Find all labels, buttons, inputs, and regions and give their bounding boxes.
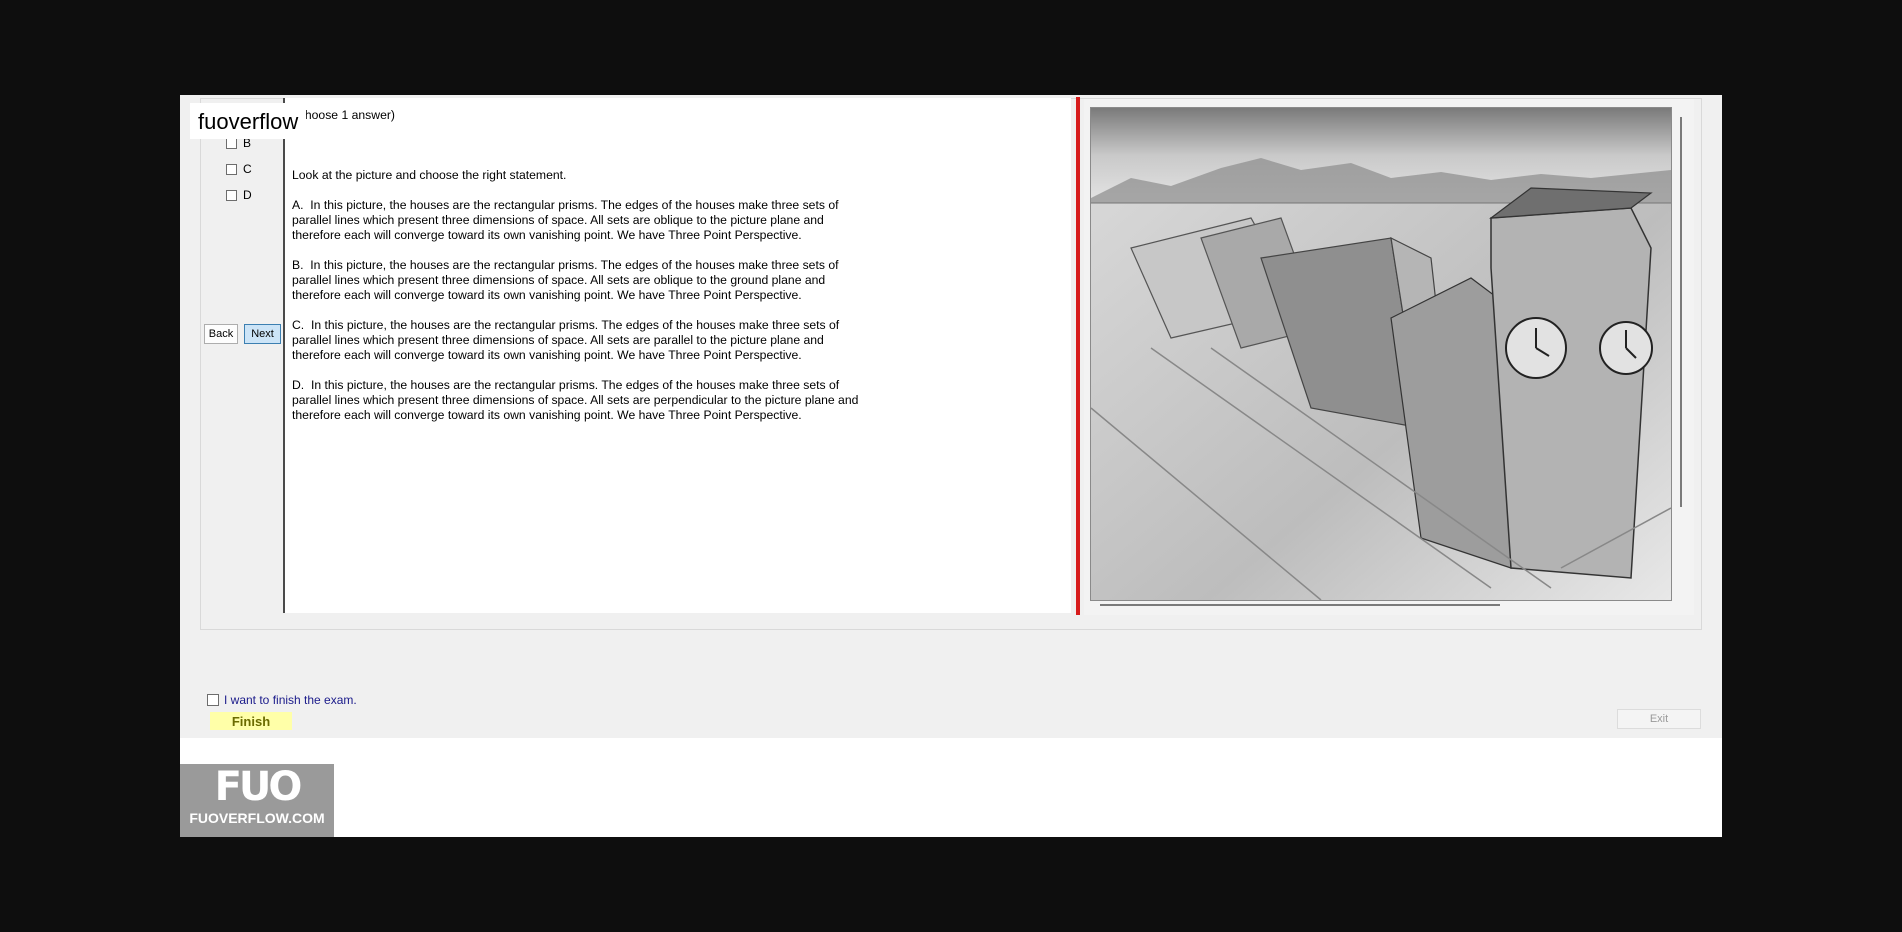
footer-bar — [180, 738, 1722, 837]
option-c-text: C. In this picture, the houses are the r… — [292, 318, 840, 362]
panel-splitter[interactable] — [1076, 97, 1080, 615]
image-horizontal-scrollbar[interactable] — [1100, 604, 1500, 606]
image-vertical-scrollbar[interactable] — [1680, 117, 1682, 507]
logo-mark: FUO — [214, 764, 303, 810]
option-b-text: B. In this picture, the houses are the r… — [292, 258, 839, 302]
answer-d-checkbox[interactable] — [226, 189, 237, 201]
logo-site-name: FUOVERFLOW.COM — [189, 810, 325, 826]
watermark-text: fuoverflow — [190, 103, 307, 139]
exam-window: B C D Back Next (Choose 1 answer) Look a… — [180, 95, 1722, 837]
question-header: (Choose 1 answer) — [292, 108, 395, 122]
question-image — [1090, 107, 1672, 601]
answer-d-label: D — [243, 188, 252, 202]
answer-c-label: C — [243, 162, 252, 176]
question-text-panel[interactable]: (Choose 1 answer) Look at the picture an… — [283, 98, 1071, 613]
option-a-text: A. In this picture, the houses are the r… — [292, 198, 839, 242]
answer-option-d[interactable]: D — [226, 188, 252, 202]
finish-confirm-row[interactable]: I want to finish the exam. — [207, 693, 357, 707]
answer-b-checkbox[interactable] — [226, 137, 237, 149]
next-button[interactable]: Next — [244, 324, 281, 344]
finish-button[interactable]: Finish — [210, 712, 292, 730]
answer-option-c[interactable]: C — [226, 162, 252, 176]
answer-c-checkbox[interactable] — [226, 163, 237, 175]
finish-confirm-label[interactable]: I want to finish the exam. — [224, 693, 357, 707]
fuoverflow-logo: FUO FUOVERFLOW.COM — [180, 764, 334, 837]
finish-confirm-checkbox[interactable] — [207, 694, 219, 706]
exit-button[interactable]: Exit — [1617, 709, 1701, 729]
perspective-drawing — [1091, 108, 1671, 600]
question-stem: Look at the picture and choose the right… — [292, 168, 567, 182]
option-d-text: D. In this picture, the houses are the r… — [292, 378, 859, 422]
image-panel — [1084, 99, 1694, 615]
back-button[interactable]: Back — [204, 324, 238, 344]
